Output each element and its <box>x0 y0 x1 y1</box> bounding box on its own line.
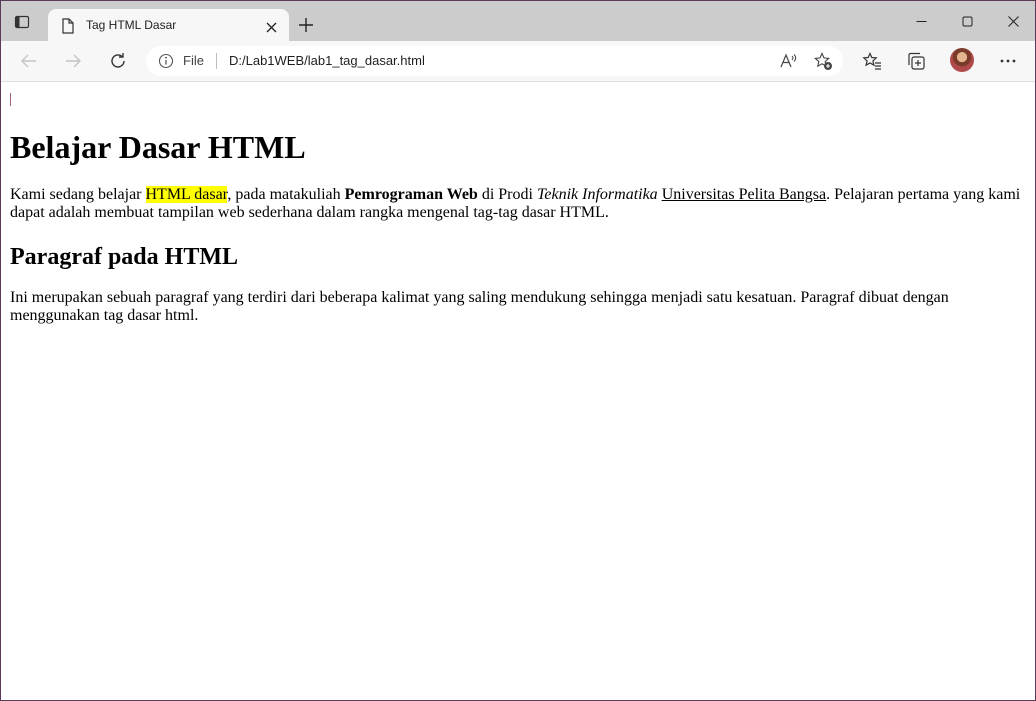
avatar[interactable] <box>950 48 974 72</box>
minimize-button[interactable] <box>898 1 944 41</box>
tab-active[interactable]: Tag HTML Dasar <box>48 9 289 42</box>
minimize-icon <box>916 21 927 22</box>
more-icon[interactable] <box>998 51 1018 71</box>
address-bar[interactable]: File D:/Lab1WEB/lab1_tag_dasar.html <box>146 46 843 76</box>
star-plus-icon[interactable] <box>814 52 833 71</box>
toolbar: File D:/Lab1WEB/lab1_tag_dasar.html <box>1 41 1035 82</box>
refresh-icon[interactable] <box>108 51 128 71</box>
section-heading: Paragraf pada HTML <box>10 244 238 270</box>
address-separator <box>216 53 217 69</box>
read-aloud-icon[interactable] <box>779 52 797 70</box>
text-caret <box>10 93 11 106</box>
italic-text: Teknik Informatika <box>536 186 658 203</box>
underlined-text: Universitas Pelita Bangsa <box>661 186 827 203</box>
url-text[interactable]: D:/Lab1WEB/lab1_tag_dasar.html <box>229 53 425 68</box>
arrow-right-icon[interactable] <box>63 51 83 71</box>
maximize-icon <box>962 16 973 27</box>
page-icon <box>61 18 75 34</box>
tab-title: Tag HTML Dasar <box>86 18 177 32</box>
highlighted-text: HTML dasar <box>145 186 228 203</box>
scheme-label: File <box>183 53 204 68</box>
maximize-button[interactable] <box>944 1 990 41</box>
close-icon[interactable] <box>266 20 277 33</box>
text-run: Kami sedang belajar <box>10 186 146 203</box>
info-icon[interactable] <box>158 53 174 69</box>
section-paragraph: Ini merupakan sebuah paragraf yang terdi… <box>10 289 949 324</box>
plus-icon[interactable] <box>298 17 314 33</box>
page-heading: Belajar Dasar HTML <box>10 129 306 165</box>
tab-actions-icon[interactable] <box>14 14 30 30</box>
bold-text: Pemrograman Web <box>344 186 478 203</box>
tab-strip: Tag HTML Dasar <box>1 1 1035 42</box>
arrow-left-icon[interactable] <box>19 51 39 71</box>
text-run: di Prodi <box>477 186 537 203</box>
close-icon <box>1008 16 1019 27</box>
favorites-icon[interactable] <box>862 51 882 71</box>
intro-paragraph: Kami sedang belajar HTML dasar, pada mat… <box>10 186 1030 222</box>
browser-window: Tag HTML Dasar File D:/Lab1WEB/lab1_tag_… <box>0 0 1036 701</box>
page-content: Belajar Dasar HTML Kami sedang belajar H… <box>1 82 1035 700</box>
text-run: , pada matakuliah <box>227 186 345 203</box>
close-window-button[interactable] <box>990 1 1035 41</box>
collections-icon[interactable] <box>906 51 926 71</box>
